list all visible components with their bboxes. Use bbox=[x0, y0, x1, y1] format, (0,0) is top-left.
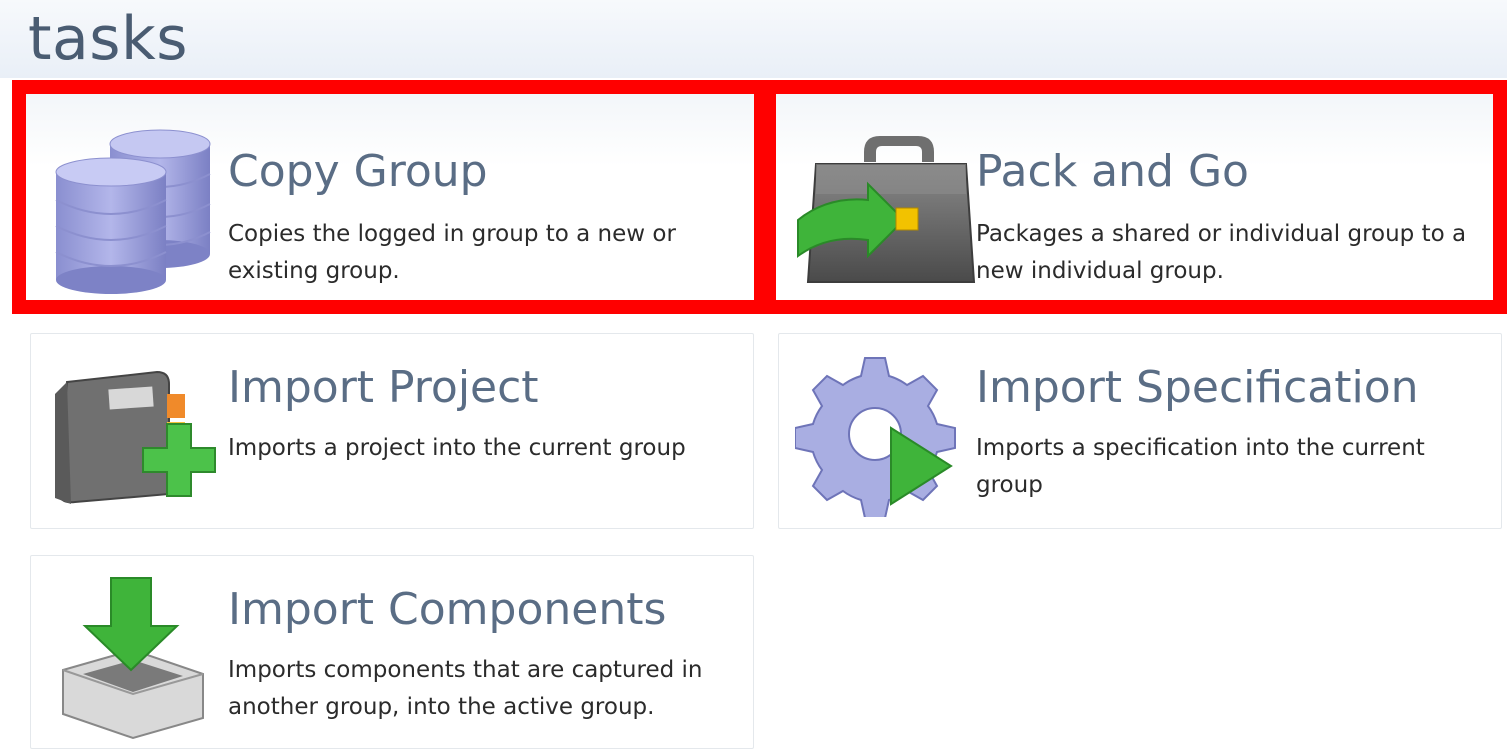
task-description: Packages a shared or individual group to… bbox=[976, 221, 1467, 284]
briefcase-arrow-icon bbox=[797, 136, 976, 283]
page-title: tasks bbox=[28, 4, 189, 74]
task-tile-pack-and-go[interactable]: Pack and Go Packages a shared or individ… bbox=[762, 80, 1507, 314]
gear-play-icon bbox=[795, 357, 956, 517]
task-description: Imports components that are captured in … bbox=[228, 657, 703, 720]
task-tile-import-project[interactable]: Import Project Imports a project into th… bbox=[30, 333, 754, 529]
task-description: Copies the logged in group to a new or e… bbox=[228, 221, 676, 284]
task-description: Imports a specification into the current… bbox=[976, 435, 1425, 498]
tray-download-icon bbox=[62, 577, 204, 740]
task-title: Import Specification bbox=[976, 362, 1419, 413]
task-tile-copy-group[interactable]: Copy Group Copies the logged in group to… bbox=[12, 80, 768, 314]
task-title: Copy Group bbox=[228, 146, 488, 197]
task-title: Import Project bbox=[228, 362, 539, 413]
header-bar: tasks bbox=[0, 0, 1507, 78]
task-title: Pack and Go bbox=[976, 146, 1249, 197]
task-tile-import-specification[interactable]: Import Specification Imports a specifica… bbox=[778, 333, 1502, 529]
book-plus-icon bbox=[55, 370, 216, 504]
task-tile-import-components[interactable]: Import Components Imports components tha… bbox=[30, 555, 754, 749]
task-description: Imports a project into the current group bbox=[228, 435, 686, 461]
database-stack-icon bbox=[55, 129, 211, 294]
task-title: Import Components bbox=[228, 584, 667, 635]
